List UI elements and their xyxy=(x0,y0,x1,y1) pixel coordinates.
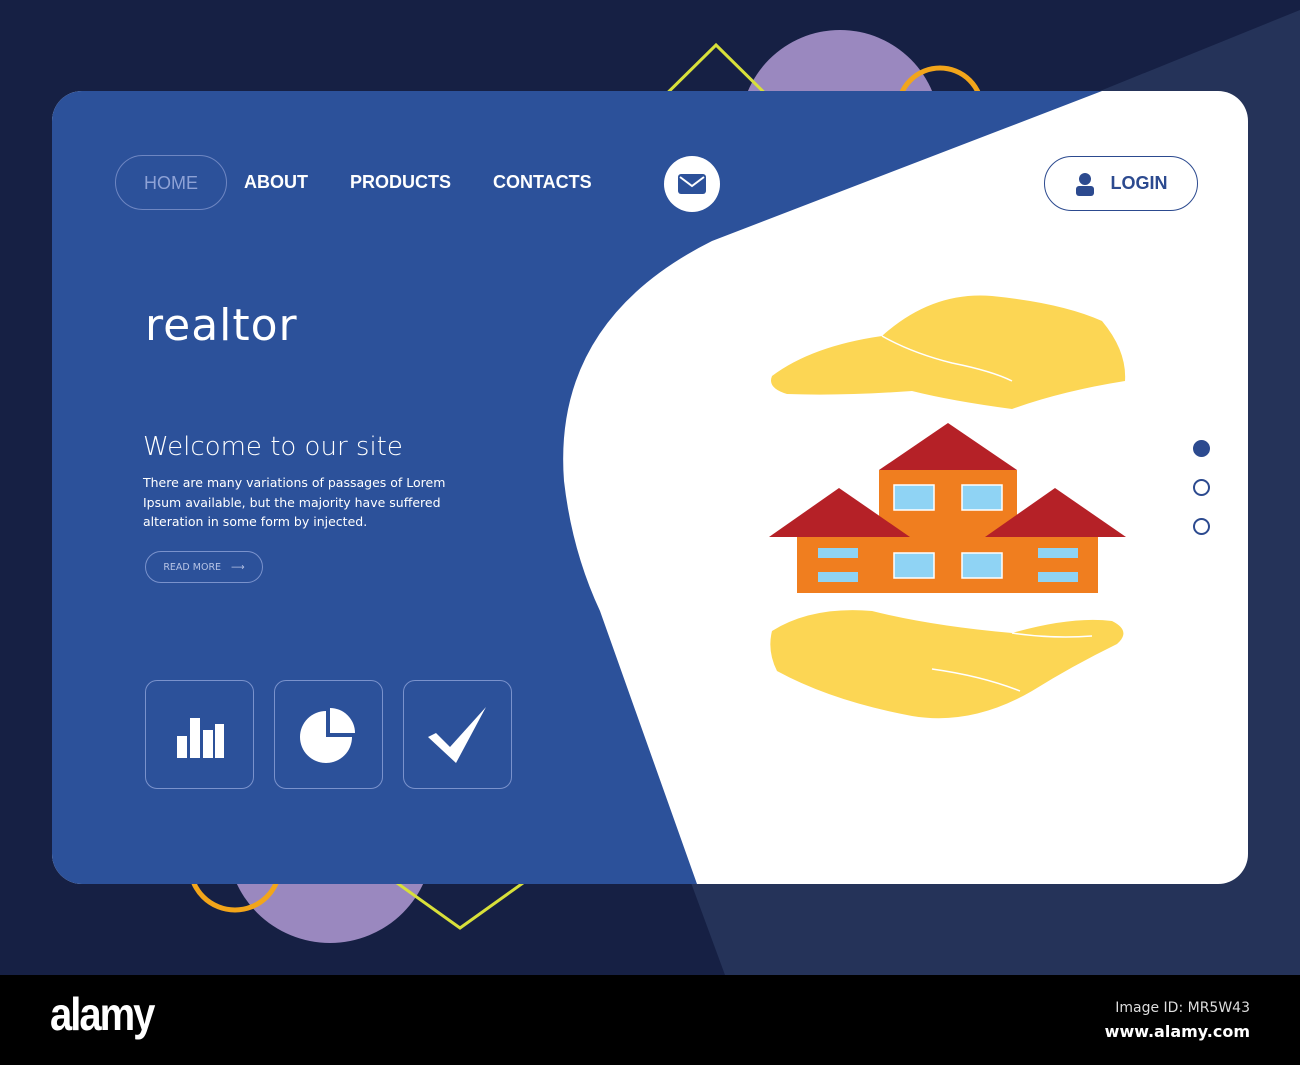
welcome-description: There are many variations of passages of… xyxy=(143,475,446,529)
slider-dot-1[interactable] xyxy=(1193,440,1210,457)
alamy-logo: alamy xyxy=(50,989,155,1041)
user-icon xyxy=(1075,172,1094,196)
image-id: Image ID: MR5W43 xyxy=(1115,1000,1250,1016)
checkmark-icon xyxy=(427,706,486,763)
nav-contacts[interactable]: CONTACTS xyxy=(493,155,592,210)
login-label: LOGIN xyxy=(1110,173,1168,193)
nav-home[interactable]: HOME xyxy=(115,155,227,210)
read-more-button[interactable]: READ MORE ⟶ xyxy=(145,551,263,583)
feature-pie-button[interactable] xyxy=(274,680,383,789)
nav-products[interactable]: PRODUCTS xyxy=(350,155,451,210)
slider-dot-2[interactable] xyxy=(1193,479,1210,496)
read-more-label: READ MORE xyxy=(163,561,222,573)
top-hand-icon xyxy=(771,295,1126,409)
page-title: realtor xyxy=(145,300,298,351)
slider-dot-3[interactable] xyxy=(1193,518,1210,535)
bar-chart-icon xyxy=(176,717,224,758)
feature-check-button[interactable] xyxy=(403,680,512,789)
pie-chart-icon xyxy=(299,707,355,763)
nav-about[interactable]: ABOUT xyxy=(244,155,308,210)
footer-bar xyxy=(0,975,1300,1065)
house-icon xyxy=(769,423,1126,593)
login-button[interactable]: LOGIN xyxy=(1044,156,1198,211)
envelope-icon xyxy=(678,174,706,194)
site-url: www.alamy.com xyxy=(1104,1022,1250,1041)
feature-stats-button[interactable] xyxy=(145,680,254,789)
mail-button[interactable] xyxy=(664,156,720,212)
welcome-heading: Welcome to our site xyxy=(143,432,403,462)
arrow-right-icon: ⟶ xyxy=(231,561,245,573)
bottom-hand-icon xyxy=(770,610,1124,719)
